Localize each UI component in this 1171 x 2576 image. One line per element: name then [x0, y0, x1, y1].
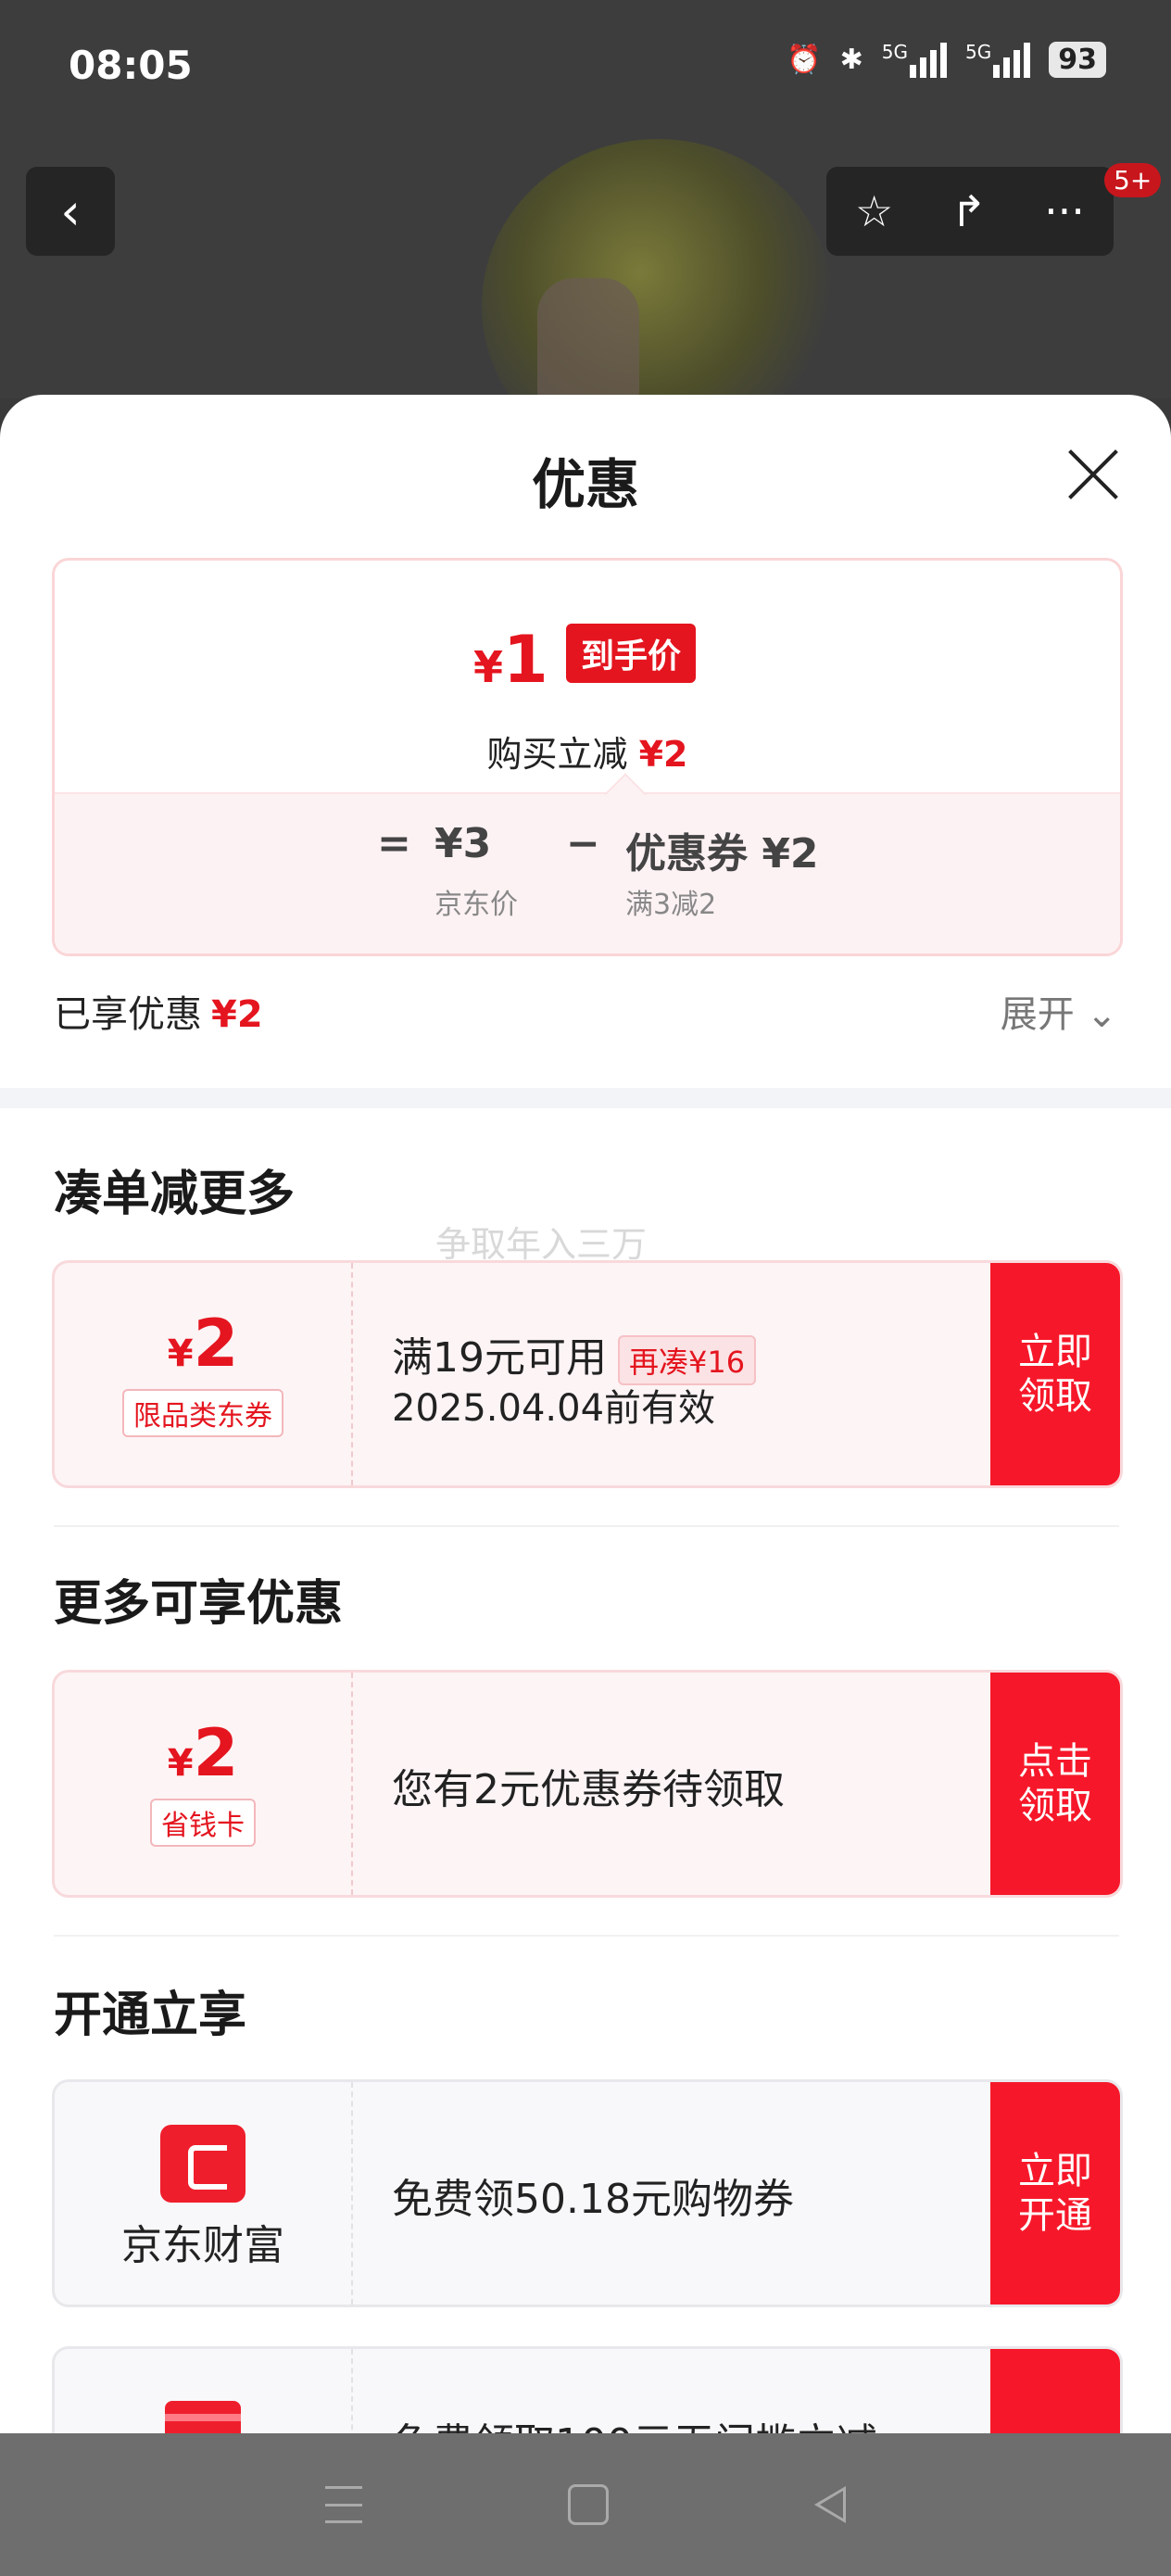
claim-button-label: 立即 领取 [1018, 1330, 1092, 1419]
saved-amount: ¥2 [211, 993, 263, 1036]
section-divider [0, 1088, 1171, 1108]
reduce-line: 购买立减 ¥2 [55, 726, 1120, 777]
coupon-category: ¥2 限品类东券 满19元可用 再凑¥16 2025.04.04前有效 立即 领取 [52, 1260, 1123, 1488]
claim-label-line2: 领取 [1018, 1375, 1092, 1418]
close-icon[interactable] [1065, 447, 1121, 502]
share-icon[interactable]: ↱ [951, 186, 987, 236]
battery-icon: 93 [1049, 41, 1106, 78]
coupon-currency: ¥ [167, 1332, 194, 1375]
expand-button[interactable]: 展开 ⌄ [1001, 984, 1117, 1038]
coupon-value-area-2: ¥2 省钱卡 [55, 1673, 353, 1895]
status-time: 08:05 [69, 43, 193, 88]
jd-finance-brand: 京东财富 [55, 2082, 353, 2305]
sheet-title: 优惠 [531, 453, 639, 516]
expand-label: 展开 [1000, 993, 1075, 1036]
claim-label-line1: 立即 [1018, 1331, 1092, 1373]
discount-sheet: 优惠 ¥1 到手价 购买立减 ¥2 = ¥3 京东价 − 优惠券 ¥2 满3减2… [0, 395, 1171, 2574]
click-claim-label: 点击 领取 [1018, 1739, 1092, 1828]
open-now-line1: 立即 [1018, 2150, 1092, 2192]
coupon-details: 满19元可用 再凑¥16 2025.04.04前有效 [392, 1263, 1022, 1485]
chevron-down-icon: ⌄ [1086, 993, 1117, 1036]
message-badge: 5+ [1104, 163, 1162, 197]
final-price-value: 1 [503, 622, 548, 698]
section-title-more: 更多可享优惠 [54, 1576, 344, 1632]
home-icon[interactable] [568, 2484, 609, 2525]
jd-finance-details: 免费领50.18元购物券 [392, 2082, 1022, 2305]
section-title-combine: 凑单减更多 [54, 1167, 296, 1222]
coupon-deduction: 优惠券 ¥2 [625, 830, 819, 878]
network-type-2: 5G [965, 41, 992, 63]
claim-coupon-button[interactable]: 立即 领取 [990, 1263, 1120, 1485]
coupon-rule: 满3减2 [625, 889, 717, 921]
coupon-amount: ¥2 [55, 1311, 351, 1376]
click-claim-button[interactable]: 点击 领取 [990, 1673, 1120, 1895]
price-calculation [55, 792, 1120, 953]
divider-line [54, 1525, 1119, 1527]
click-claim-line1: 点击 [1018, 1740, 1092, 1783]
reduce-label: 购买立减 [486, 734, 628, 775]
saved-label: 已享优惠 [54, 993, 202, 1036]
chevron-left-icon: ‹ [60, 182, 81, 241]
section-title-open: 开通立享 [54, 1988, 247, 2043]
jd-finance-logo-icon [160, 2125, 246, 2203]
jd-price: ¥3 [434, 820, 492, 867]
coupon-currency-2: ¥ [167, 1742, 194, 1785]
coupon-amount-value: 2 [193, 1306, 239, 1382]
signal-bars-1 [910, 41, 948, 78]
system-nav-bar [0, 2433, 1171, 2576]
coupon-condition: 满19元可用 [392, 1334, 607, 1382]
coupon-value-area: ¥2 限品类东券 [55, 1263, 353, 1485]
jd-finance-name: 京东财富 [121, 2222, 284, 2269]
saved-summary: 已享优惠 ¥2 [54, 984, 263, 1038]
bluetooth-icon: ✱ [839, 43, 863, 76]
network-type-1: 5G [881, 41, 909, 63]
click-claim-line2: 领取 [1018, 1785, 1092, 1827]
jd-price-label: 京东价 [434, 889, 518, 921]
back-icon[interactable] [814, 2486, 846, 2523]
open-now-label: 立即 开通 [1018, 2149, 1092, 2238]
watermark-text: 争取年入三万 [435, 1224, 648, 1265]
coupon-expire: 2025.04.04前有效 [392, 1387, 716, 1430]
coupon-amount-2: ¥2 [55, 1721, 351, 1786]
status-icons: ⏰ ✱ 5G 5G 93 [787, 41, 1106, 78]
equals-sign: = [377, 820, 411, 867]
price-breakdown-card: ¥1 到手价 购买立减 ¥2 = ¥3 京东价 − 优惠券 ¥2 满3减2 [52, 558, 1123, 956]
status-bar: 08:05 ⏰ ✱ 5G 5G 93 [0, 0, 1171, 130]
open-now-button[interactable]: 立即 开通 [990, 2082, 1120, 2305]
coupon-text: 您有2元优惠券待领取 [392, 1766, 785, 1813]
coupon-savings-card: ¥2 省钱卡 您有2元优惠券待领取 点击 领取 [52, 1670, 1123, 1898]
final-price-tag: 到手价 [566, 624, 697, 683]
back-button[interactable]: ‹ [26, 167, 115, 256]
reduce-amount: ¥2 [638, 734, 688, 775]
minus-sign: − [566, 820, 600, 867]
final-price-currency: ¥ [473, 642, 504, 692]
alarm-icon: ⏰ [787, 43, 822, 76]
coupon-condition-line: 满19元可用 再凑¥16 [392, 1324, 757, 1385]
divider-line-2 [54, 1935, 1119, 1937]
coupon-amount-value-2: 2 [193, 1715, 239, 1791]
final-price: ¥1 [473, 622, 548, 698]
open-now-line2: 开通 [1018, 2194, 1092, 2237]
price-summary: ¥1 到手价 购买立减 ¥2 [55, 561, 1120, 792]
menu-icon[interactable] [325, 2486, 362, 2523]
more-icon[interactable]: ··· [1044, 186, 1085, 236]
jd-finance-text: 免费领50.18元购物券 [392, 2176, 794, 2223]
coupon-type-badge-2: 省钱卡 [150, 1799, 256, 1847]
coupon-type-badge: 限品类东券 [122, 1389, 283, 1437]
jd-finance-card: 京东财富 免费领50.18元购物券 立即 开通 [52, 2079, 1123, 2307]
signal-5g-icon: 5G [881, 41, 948, 78]
signal-bars-2 [993, 41, 1031, 78]
star-icon[interactable]: ☆ [855, 186, 893, 236]
signal-5g-icon-2: 5G [965, 41, 1031, 78]
top-action-group: ☆ ↱ ··· [826, 167, 1114, 256]
coupon-details-2: 您有2元优惠券待领取 [392, 1673, 1022, 1895]
